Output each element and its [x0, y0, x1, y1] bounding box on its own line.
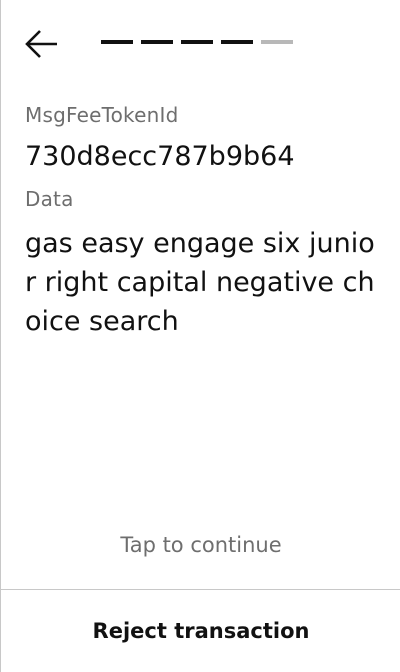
- progress-step-complete: [181, 40, 213, 44]
- progress-step-pending: [261, 40, 293, 44]
- reject-transaction-button[interactable]: Reject transaction: [1, 590, 400, 672]
- transaction-review-screen[interactable]: MsgFeeTokenId 730d8ecc787b9b64 Data gas …: [0, 0, 400, 672]
- progress-step-complete: [141, 40, 173, 44]
- tap-to-continue-hint[interactable]: Tap to continue: [1, 533, 400, 557]
- progress-step-complete: [101, 40, 133, 44]
- progress-step-complete: [221, 40, 253, 44]
- arrow-left-icon: [25, 30, 57, 58]
- step-progress-indicator: [101, 40, 293, 44]
- data-value: gas easy engage six junior right capital…: [25, 228, 375, 337]
- fee-token-value: 730d8ecc787b9b64: [25, 141, 295, 172]
- back-button[interactable]: [23, 26, 61, 62]
- data-label: Data: [25, 187, 74, 211]
- fee-token-label: MsgFeeTokenId: [25, 103, 179, 127]
